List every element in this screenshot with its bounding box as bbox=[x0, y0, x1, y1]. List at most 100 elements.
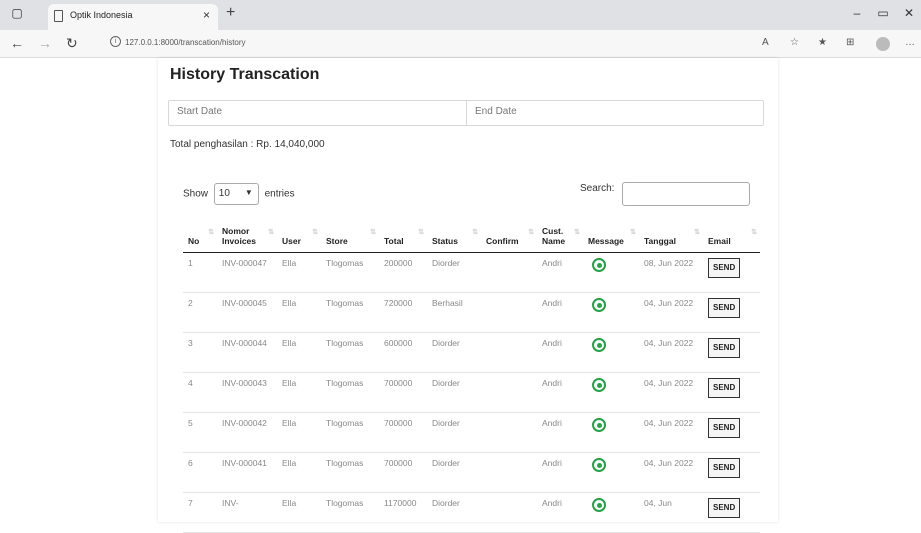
url-field[interactable]: 127.0.0.1:8000/transcation/history bbox=[125, 38, 246, 47]
table-cell bbox=[583, 492, 639, 533]
cell-status: Diorder bbox=[432, 497, 460, 508]
column-header[interactable]: Store ⇅ bbox=[321, 218, 379, 253]
column-header-label: Confirm bbox=[486, 235, 519, 246]
collections-icon[interactable]: ⊞ bbox=[846, 37, 854, 48]
profile-avatar[interactable] bbox=[876, 37, 890, 51]
window-close-icon[interactable]: ✕ bbox=[898, 6, 920, 24]
table-cell bbox=[481, 412, 537, 453]
table-cell: SEND bbox=[703, 252, 760, 293]
table-cell: SEND bbox=[703, 412, 760, 453]
page-title: History Transcation bbox=[170, 66, 320, 83]
send-email-button[interactable]: SEND bbox=[708, 457, 741, 478]
whatsapp-icon[interactable] bbox=[592, 377, 606, 392]
column-header[interactable]: Tanggal ⇅ bbox=[639, 218, 703, 253]
table-cell: 04, Jun bbox=[639, 492, 703, 533]
send-email-button[interactable]: SEND bbox=[708, 497, 741, 518]
table-cell: SEND bbox=[703, 292, 760, 333]
favorite-add-icon[interactable]: ☆ bbox=[790, 37, 799, 48]
tab-actions-icon[interactable]: ▢ bbox=[6, 6, 28, 24]
table-cell: Diorder bbox=[427, 452, 481, 493]
back-icon[interactable]: ← bbox=[10, 35, 24, 51]
forward-icon[interactable]: → bbox=[38, 35, 52, 51]
refresh-icon[interactable]: ↻ bbox=[66, 35, 78, 52]
cell-tanggal: 04, Jun bbox=[644, 497, 672, 508]
table-cell: 720000 bbox=[379, 292, 427, 333]
more-icon[interactable]: … bbox=[905, 37, 915, 48]
column-header[interactable]: Nomor Invoices ⇅ bbox=[217, 218, 277, 253]
cell-tanggal: 04, Jun 2022 bbox=[644, 417, 694, 428]
table-cell: 1170000 bbox=[379, 492, 427, 533]
table-cell bbox=[583, 412, 639, 453]
sort-icon: ⇅ bbox=[472, 229, 478, 236]
column-header-label: User bbox=[282, 235, 301, 246]
cell-invoice: INV-000044 bbox=[222, 337, 267, 348]
cell-user: Ella bbox=[282, 337, 297, 348]
table-cell: Ella bbox=[277, 372, 321, 413]
entries-select[interactable]: 10 ▼ bbox=[213, 183, 259, 205]
minimize-icon[interactable]: – bbox=[846, 6, 868, 24]
start-date-field[interactable]: Start Date bbox=[169, 101, 465, 125]
column-header[interactable]: Cust. Name ⇅ bbox=[537, 218, 583, 253]
browser-tab-bar: ▢ Optik Indonesia × + – ▭ ✕ bbox=[0, 0, 921, 30]
table-cell: SEND bbox=[703, 332, 760, 373]
cell-no: 6 bbox=[188, 457, 193, 468]
table-cell bbox=[481, 492, 537, 533]
sort-icon: ⇅ bbox=[694, 229, 700, 236]
cell-invoice: INV-000042 bbox=[222, 417, 267, 428]
table-cell: INV-000043 bbox=[217, 372, 277, 413]
cell-total: 700000 bbox=[384, 417, 413, 428]
table-cell: Andri bbox=[537, 252, 583, 293]
column-header[interactable]: Total ⇅ bbox=[379, 218, 427, 253]
table-cell: SEND bbox=[703, 492, 760, 533]
table-cell: 2 bbox=[183, 292, 217, 333]
table-cell: Andri bbox=[537, 292, 583, 333]
end-date-field[interactable]: End Date bbox=[467, 101, 763, 125]
send-email-button[interactable]: SEND bbox=[708, 377, 741, 398]
table-cell: Diorder bbox=[427, 492, 481, 533]
search-input[interactable] bbox=[622, 182, 750, 206]
cell-total: 600000 bbox=[384, 337, 413, 348]
table-cell bbox=[481, 372, 537, 413]
cell-status: Diorder bbox=[432, 257, 460, 268]
table-cell: Ella bbox=[277, 412, 321, 453]
table-cell bbox=[481, 452, 537, 493]
new-tab-icon[interactable]: + bbox=[226, 4, 235, 22]
whatsapp-icon[interactable] bbox=[592, 417, 606, 432]
send-email-button[interactable]: SEND bbox=[708, 257, 741, 278]
favorites-icon[interactable]: ★ bbox=[818, 37, 827, 48]
cell-user: Ella bbox=[282, 257, 297, 268]
cell-total: 1170000 bbox=[384, 497, 417, 508]
table-row: 2 INV-000045 Ella Tlogomas 720000 Berhasil And… bbox=[183, 292, 760, 333]
column-header[interactable]: Status ⇅ bbox=[427, 218, 481, 253]
browser-tab[interactable]: Optik Indonesia × bbox=[48, 4, 218, 30]
column-header[interactable]: User ⇅ bbox=[277, 218, 321, 253]
send-email-button[interactable]: SEND bbox=[708, 297, 741, 318]
whatsapp-icon[interactable] bbox=[592, 297, 606, 312]
read-aloud-icon[interactable]: A bbox=[762, 37, 769, 48]
whatsapp-icon[interactable] bbox=[592, 497, 606, 512]
column-header[interactable]: No ⇅ bbox=[183, 218, 217, 253]
table-row: 5 INV-000042 Ella Tlogomas 700000 Diorder Andr… bbox=[183, 412, 760, 453]
restore-icon[interactable]: ▭ bbox=[872, 6, 894, 24]
column-header[interactable]: Message ⇅ bbox=[583, 218, 639, 253]
cell-store: Tlogomas bbox=[326, 337, 364, 348]
whatsapp-icon[interactable] bbox=[592, 337, 606, 352]
table-cell: SEND bbox=[703, 372, 760, 413]
send-email-button[interactable]: SEND bbox=[708, 337, 741, 358]
table-cell bbox=[481, 332, 537, 373]
cell-store: Tlogomas bbox=[326, 257, 364, 268]
tab-close-icon[interactable]: × bbox=[203, 8, 210, 22]
whatsapp-icon[interactable] bbox=[592, 457, 606, 472]
cell-invoice: INV-000043 bbox=[222, 377, 267, 388]
cell-total: 700000 bbox=[384, 377, 413, 388]
send-email-button[interactable]: SEND bbox=[708, 417, 741, 438]
cell-cust: Andri bbox=[542, 497, 562, 508]
sort-icon: ⇅ bbox=[574, 229, 580, 236]
table-cell: Andri bbox=[537, 372, 583, 413]
cell-store: Tlogomas bbox=[326, 417, 364, 428]
whatsapp-icon[interactable] bbox=[592, 257, 606, 272]
table-cell: SEND bbox=[703, 452, 760, 493]
column-header[interactable]: Confirm ⇅ bbox=[481, 218, 537, 253]
column-header[interactable]: Email ⇅ bbox=[703, 218, 760, 253]
site-info-icon[interactable]: i bbox=[110, 36, 121, 47]
